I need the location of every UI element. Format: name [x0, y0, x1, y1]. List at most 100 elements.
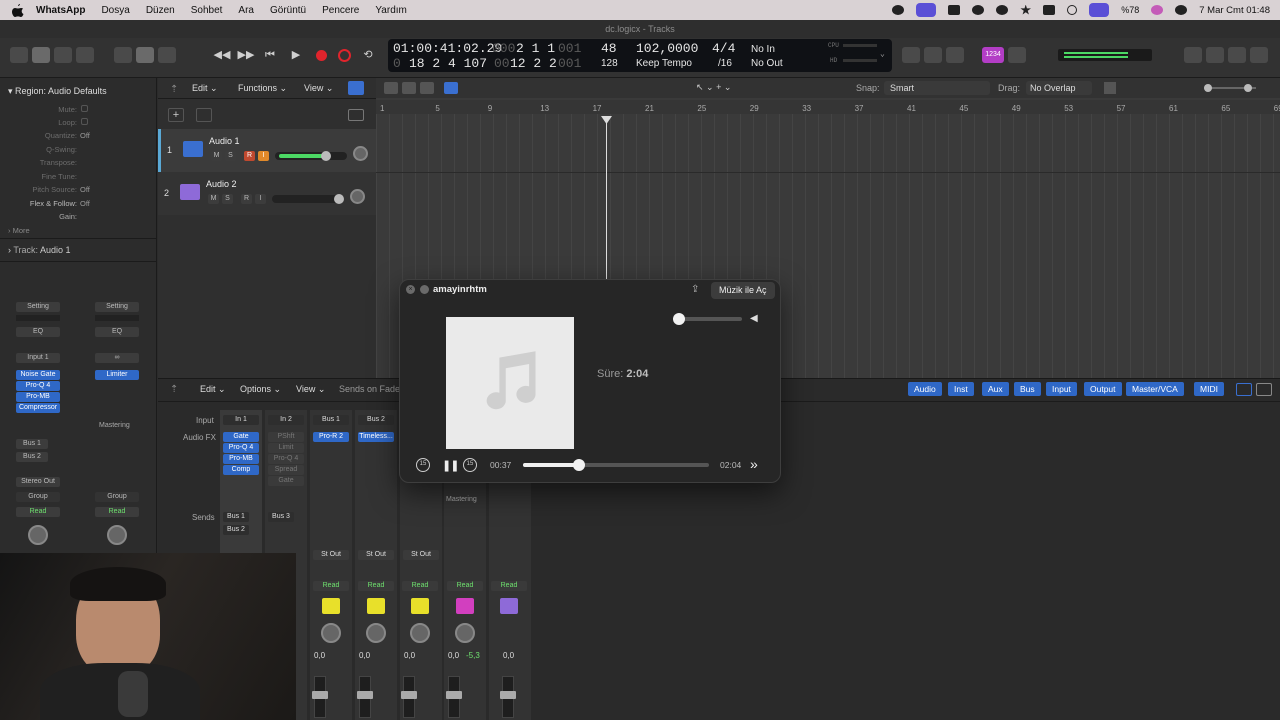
automation-read[interactable]: Read	[447, 581, 483, 591]
volume-readout[interactable]: 0,0	[314, 651, 325, 660]
volume-fader[interactable]	[446, 676, 462, 718]
pan-knob[interactable]	[353, 146, 368, 161]
mixer-tab-bus[interactable]: Bus	[1014, 382, 1041, 396]
snap-select[interactable]: Smart	[884, 81, 990, 95]
replace-record-button[interactable]	[338, 49, 351, 62]
mixer-tab-output[interactable]: Output	[1084, 382, 1122, 396]
plugin-gate[interactable]: Gate	[268, 476, 304, 486]
mute-checkbox[interactable]	[81, 105, 88, 112]
volume-fader[interactable]	[401, 676, 417, 718]
functions-menu[interactable]: Functions ⌄	[238, 83, 287, 94]
tool-icon[interactable]	[444, 82, 458, 94]
list-editors-button[interactable]	[1184, 47, 1202, 63]
loop-checkbox[interactable]	[81, 118, 88, 125]
global-tracks-button[interactable]	[348, 109, 364, 121]
menu-pencere[interactable]: Pencere	[314, 5, 367, 16]
channel-input[interactable]: In 1	[223, 415, 259, 425]
mixer-button[interactable]	[136, 47, 154, 63]
strip1-automation-read[interactable]: Read	[16, 507, 60, 517]
plugin-pro-r[interactable]: Pro-R 2	[313, 432, 349, 442]
pan-knob[interactable]	[366, 623, 386, 643]
channel-input[interactable]: In 2	[268, 415, 304, 425]
cycle-icon[interactable]: ⟲	[360, 47, 376, 63]
screen-record-icon[interactable]	[916, 3, 937, 17]
mixer-tab-aux[interactable]: Aux	[982, 382, 1009, 396]
solo-button[interactable]: S	[222, 194, 233, 204]
split-view-button[interactable]	[1256, 383, 1272, 396]
channel-output[interactable]: St Out	[313, 550, 349, 560]
volume-slider[interactable]	[275, 151, 347, 161]
quantize-value[interactable]: Off	[80, 131, 90, 140]
strip1-plugin-pro-q[interactable]: Pro-Q 4	[16, 381, 60, 391]
plugin-pshft[interactable]: PShft	[268, 432, 304, 442]
play-circle-icon[interactable]	[996, 5, 1009, 15]
pan-knob[interactable]	[455, 623, 475, 643]
score-button[interactable]	[946, 47, 964, 63]
strip1-input-button[interactable]: Input 1	[16, 353, 60, 363]
grid-view-button[interactable]	[402, 82, 416, 94]
automation-read[interactable]: Read	[491, 581, 527, 591]
strip1-eq-button[interactable]: EQ	[16, 327, 60, 337]
strip2-eq-button[interactable]: EQ	[95, 327, 139, 337]
loop-browser-button[interactable]	[1228, 47, 1246, 63]
mixer-tab-master-vca[interactable]: Master/VCA	[1126, 382, 1184, 396]
strip2-group-button[interactable]: Group	[95, 492, 139, 502]
strip1-output-button[interactable]: Stereo Out	[16, 477, 60, 487]
zoom-thumb-vertical[interactable]	[1204, 84, 1212, 92]
mixer-edit-menu[interactable]: Edit ⌄	[200, 384, 226, 395]
editors-button[interactable]	[158, 47, 176, 63]
strip2-automation-read[interactable]: Read	[95, 507, 139, 517]
pan-knob[interactable]	[410, 623, 430, 643]
go-to-start-icon[interactable]: ⏮	[262, 47, 278, 63]
volume-readout[interactable]: 0,0	[404, 651, 415, 660]
metronome-button[interactable]	[1008, 47, 1026, 63]
track-header[interactable]: › Track: Audio 1	[8, 245, 71, 255]
region-header[interactable]: ▾ Region: Audio Defaults	[8, 86, 107, 97]
lcd-chevron-icon[interactable]: ⌄	[880, 49, 885, 59]
app-s-icon[interactable]	[972, 5, 985, 15]
share-icon[interactable]: ⇪	[691, 284, 699, 295]
duplicate-track-button[interactable]	[196, 108, 212, 122]
lcd-display[interactable]: 01:00:41:02.29 000 2 1 1 001 0 18 2 4 10…	[388, 39, 892, 72]
pause-icon[interactable]: ❚❚	[442, 459, 459, 472]
volume-readout[interactable]: 0,0	[503, 651, 514, 660]
channel-input[interactable]: Bus 2	[358, 415, 394, 425]
browser-button[interactable]	[1250, 47, 1268, 63]
flex-icon[interactable]	[384, 82, 398, 94]
plugin-limit[interactable]: Limit	[268, 443, 304, 453]
plugin-pro-mb[interactable]: Pro-MB	[223, 454, 259, 464]
plugin-pro-q[interactable]: Pro-Q 4	[223, 443, 259, 453]
clock[interactable]: 7 Mar Cmt 01:48	[1199, 5, 1270, 16]
mute-button[interactable]: M	[208, 194, 219, 204]
fader-cap[interactable]	[312, 691, 328, 699]
pencil-button[interactable]	[924, 47, 942, 63]
pointer-tool-menu[interactable]: ↖ ⌄ + ⌄	[696, 82, 731, 93]
pan-knob[interactable]	[350, 189, 365, 204]
inspector-button[interactable]	[32, 47, 50, 63]
mute-button[interactable]: M	[211, 151, 222, 161]
pan-knob[interactable]	[321, 623, 341, 643]
volume-thumb[interactable]	[334, 194, 344, 204]
zoom-slider[interactable]	[1204, 84, 1256, 92]
strip1-send-bus2[interactable]: Bus 2	[16, 452, 48, 462]
volume-slider[interactable]	[673, 313, 742, 325]
playback-thumb[interactable]	[572, 459, 585, 471]
menu-sohbet[interactable]: Sohbet	[183, 5, 231, 16]
volume-thumb[interactable]	[673, 313, 686, 325]
mixer-options-menu[interactable]: Options ⌄	[240, 384, 281, 395]
fader-cap[interactable]	[357, 691, 373, 699]
plugin-spread[interactable]: Spread	[268, 465, 304, 475]
strip2-setting-button[interactable]: Setting	[95, 302, 139, 312]
automation-read[interactable]: Read	[358, 581, 394, 591]
siri-icon[interactable]	[1151, 5, 1164, 15]
menu-dosya[interactable]: Dosya	[93, 5, 137, 16]
menu-ara[interactable]: Ara	[230, 5, 262, 16]
smart-controls-button[interactable]	[114, 47, 132, 63]
mixer-tab-input[interactable]: Input	[1046, 382, 1077, 396]
mixer-catch-icon[interactable]: ⇡	[170, 384, 178, 395]
volume-thumb[interactable]	[321, 151, 331, 161]
volume-readout[interactable]: 0,0	[448, 651, 459, 660]
plugin-pro-q[interactable]: Pro-Q 4	[268, 454, 304, 464]
search-icon[interactable]	[1067, 5, 1078, 15]
solo-button[interactable]: S	[225, 151, 236, 161]
